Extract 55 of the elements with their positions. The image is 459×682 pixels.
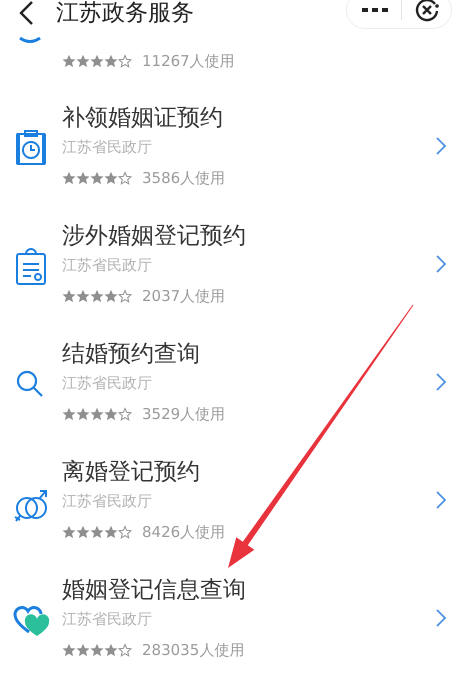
usage-count: 3529人使用 <box>142 404 226 424</box>
star-icon <box>62 54 76 68</box>
usage-count: 3586人使用 <box>142 168 226 188</box>
star-icon <box>62 407 76 421</box>
star-icon <box>104 289 118 303</box>
star-icon <box>62 643 76 657</box>
star-icon <box>62 171 76 185</box>
close-icon[interactable] <box>414 0 440 23</box>
star-icon <box>90 289 104 303</box>
more-icon[interactable] <box>361 5 389 15</box>
usage-count: 8426人使用 <box>142 522 226 542</box>
star-icon <box>76 289 90 303</box>
department-label: 江苏省民政厅 <box>62 609 152 629</box>
star-icon <box>90 54 104 68</box>
department-label: 江苏省民政厅 <box>62 255 152 275</box>
star-icon <box>90 407 104 421</box>
star-icon <box>76 171 90 185</box>
star-icon <box>62 525 76 539</box>
star-icon <box>104 525 118 539</box>
usage-count: 283035人使用 <box>142 640 244 660</box>
chevron-icon[interactable] <box>435 372 447 392</box>
department-label: 江苏省民政厅 <box>62 491 152 511</box>
star-icon <box>90 171 104 185</box>
star-icon <box>118 643 132 657</box>
star-icon <box>104 171 118 185</box>
usage-count: 2037人使用 <box>142 286 226 306</box>
service-title[interactable]: 婚姻登记信息查询 <box>62 575 246 605</box>
usage-count: 11267人使用 <box>142 52 235 70</box>
chevron-icon[interactable] <box>435 254 447 274</box>
star-icon <box>76 407 90 421</box>
star-icon <box>104 407 118 421</box>
chevron-icon[interactable] <box>435 608 447 628</box>
star-icon <box>62 289 76 303</box>
page-title: 江苏政务服务 <box>56 0 195 28</box>
star-icon <box>118 171 132 185</box>
chevron-icon[interactable] <box>435 136 447 156</box>
service-title[interactable]: 补领婚姻证预约 <box>62 103 223 133</box>
star-icon <box>118 407 132 421</box>
back-icon[interactable] <box>18 0 36 26</box>
service-title[interactable]: 涉外婚姻登记预约 <box>62 221 246 251</box>
star-icon <box>90 643 104 657</box>
star-icon <box>90 525 104 539</box>
service-title[interactable]: 离婚登记预约 <box>62 457 200 487</box>
department-label: 江苏省民政厅 <box>62 137 152 157</box>
star-icon <box>118 525 132 539</box>
star-icon <box>76 643 90 657</box>
star-icon <box>76 525 90 539</box>
star-icon <box>104 643 118 657</box>
star-icon <box>76 54 90 68</box>
service-title[interactable]: 结婚预约查询 <box>62 339 200 369</box>
chevron-icon[interactable] <box>435 490 447 510</box>
star-icon <box>104 54 118 68</box>
star-icon <box>118 54 132 68</box>
star-icon <box>118 289 132 303</box>
department-label: 江苏省民政厅 <box>62 373 152 393</box>
